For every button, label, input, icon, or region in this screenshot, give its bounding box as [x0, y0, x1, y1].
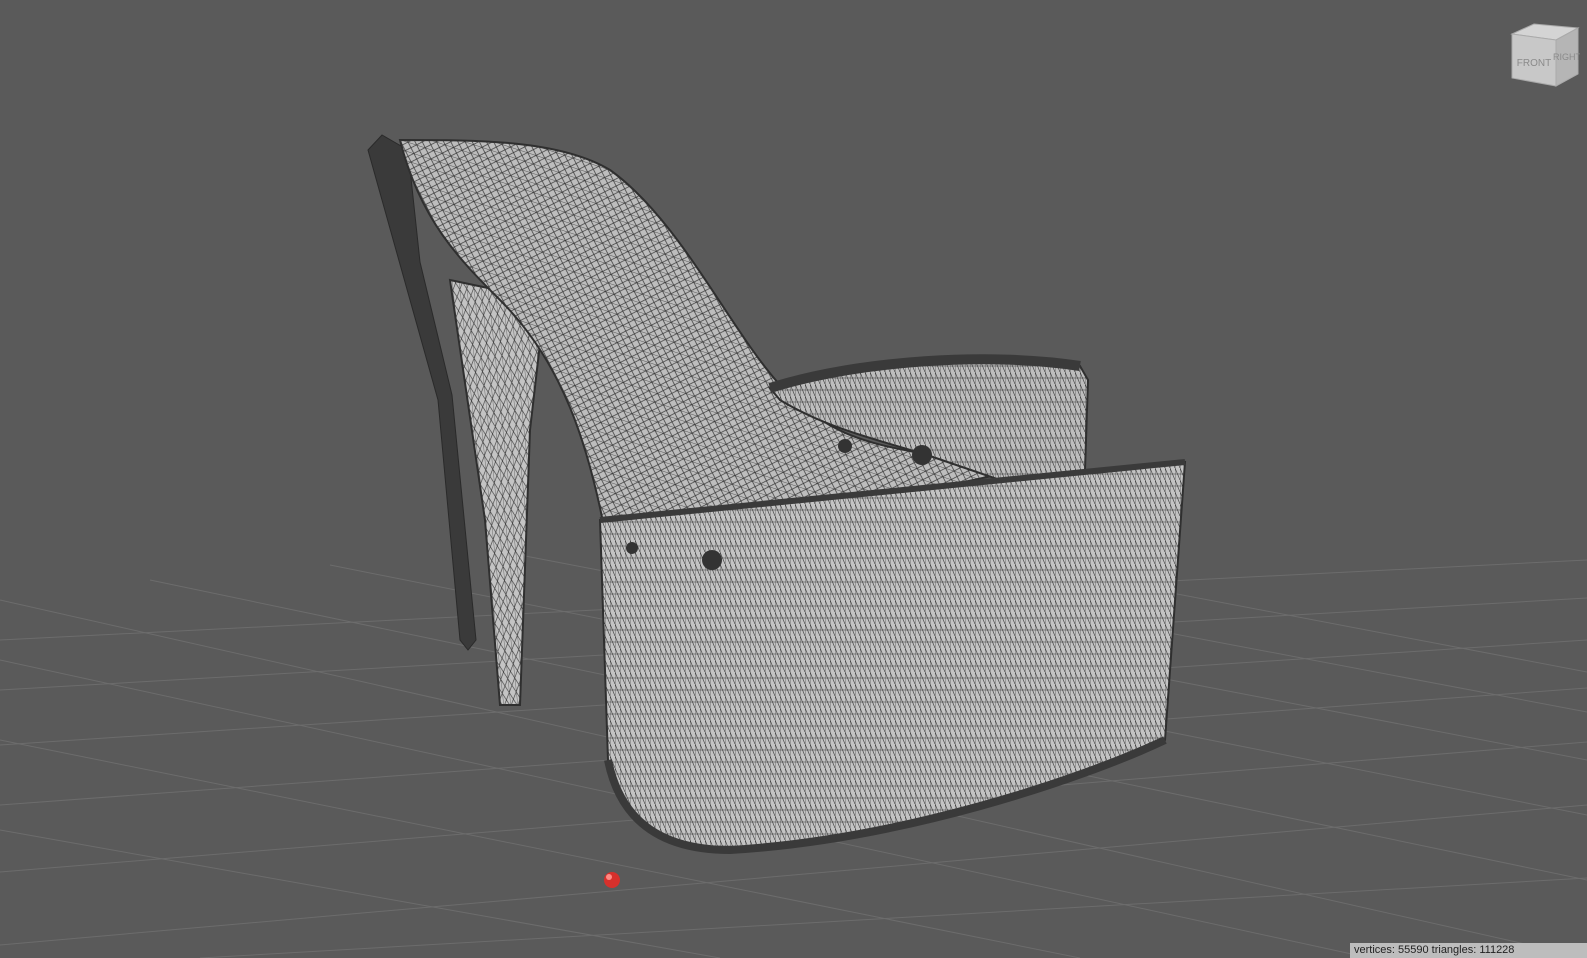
view-cube-front-label[interactable]: FRONT: [1517, 58, 1551, 69]
rivet: [626, 542, 638, 554]
rivet: [912, 445, 932, 465]
mesh-stats-status: vertices: 55590 triangles: 111228: [1350, 943, 1587, 958]
scene-canvas[interactable]: [0, 0, 1587, 958]
shoe-model[interactable]: [367, 134, 1187, 855]
3d-viewport[interactable]: [0, 0, 1587, 958]
rivet: [838, 439, 852, 453]
view-cube-icon[interactable]: FRONT RIGHT: [1510, 22, 1582, 88]
view-cube-right-label[interactable]: RIGHT: [1553, 52, 1582, 62]
rivet: [702, 550, 722, 570]
pivot-marker[interactable]: [604, 872, 620, 888]
